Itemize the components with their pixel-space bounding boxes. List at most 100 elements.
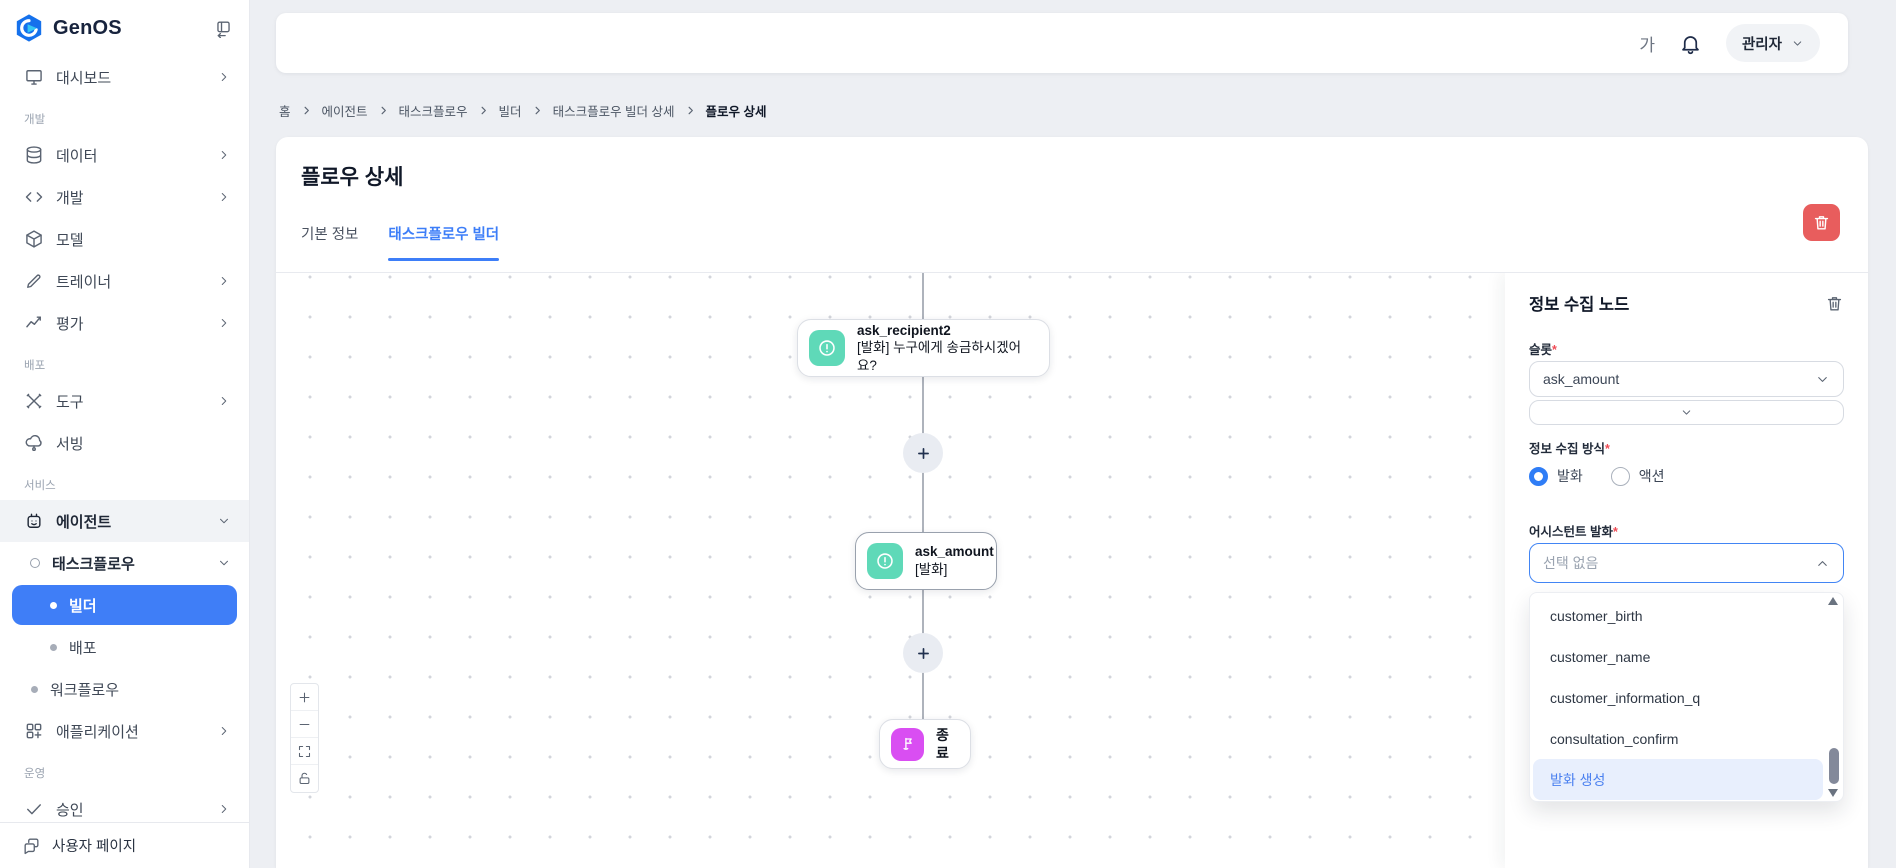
sidebar-item-label: 평가 bbox=[56, 315, 84, 333]
option-customer-birth[interactable]: customer_birth bbox=[1533, 595, 1823, 636]
option-consultation-confirm[interactable]: consultation_confirm bbox=[1533, 718, 1823, 759]
option-generate-utterance[interactable]: 발화 생성 bbox=[1533, 759, 1823, 800]
sidebar-item-label: 데이터 bbox=[56, 147, 98, 165]
method-field-label: 정보 수집 방식* bbox=[1529, 442, 1610, 456]
chevron-right-icon bbox=[217, 316, 231, 330]
flow-canvas[interactable]: ask_recipient2 [발화] 누구에게 송금하시겠어요? ask_am… bbox=[276, 273, 1868, 868]
pencil-icon bbox=[24, 271, 44, 291]
tab-basic-info[interactable]: 기본 정보 bbox=[301, 223, 358, 261]
canvas-controls bbox=[290, 683, 319, 793]
chevron-right-icon bbox=[481, 106, 486, 115]
assistant-select[interactable]: 선택 없음 bbox=[1529, 543, 1844, 583]
sidebar-item-dashboard[interactable]: 대시보드 bbox=[0, 56, 249, 98]
end-flag-icon bbox=[891, 727, 924, 761]
breadcrumb-home[interactable]: 홈 bbox=[279, 101, 291, 120]
sidebar-item-deploy[interactable]: 배포 bbox=[12, 627, 237, 667]
scroll-up-arrow-icon[interactable] bbox=[1828, 597, 1838, 605]
agent-robot-icon bbox=[24, 511, 44, 531]
sidebar-item-model[interactable]: 모델 bbox=[0, 218, 249, 260]
bullet-dot-icon bbox=[31, 685, 38, 693]
node-ask-amount[interactable]: ask_amount [발화] bbox=[855, 532, 997, 590]
tools-icon bbox=[24, 391, 44, 411]
fit-view-button[interactable] bbox=[291, 738, 318, 765]
bullet-dot-icon bbox=[50, 643, 57, 651]
sidebar-item-workflow[interactable]: 워크플로우 bbox=[0, 668, 249, 710]
sidebar-item-builder[interactable]: 빌더 bbox=[12, 585, 237, 625]
chevron-up-icon bbox=[1815, 556, 1830, 571]
plus-icon bbox=[917, 647, 929, 659]
sidebar-item-evaluate[interactable]: 평가 bbox=[0, 302, 249, 344]
delete-flow-button[interactable] bbox=[1803, 204, 1840, 241]
radio-utterance[interactable]: 발화 bbox=[1529, 466, 1583, 486]
add-node-button[interactable] bbox=[903, 633, 943, 673]
slot-expand-toggle[interactable] bbox=[1529, 400, 1844, 425]
radio-checked-icon bbox=[1529, 466, 1548, 486]
scroll-down-arrow-icon[interactable] bbox=[1828, 789, 1838, 797]
option-customer-information-q[interactable]: customer_information_q bbox=[1533, 677, 1823, 718]
zoom-in-button[interactable] bbox=[291, 684, 318, 711]
radio-unchecked-icon bbox=[1610, 466, 1630, 486]
slot-select[interactable]: ask_amount bbox=[1529, 361, 1844, 397]
chevron-right-icon bbox=[217, 724, 231, 738]
sidebar-item-label: 워크플로우 bbox=[50, 681, 120, 699]
sidebar-item-tools[interactable]: 도구 bbox=[0, 380, 249, 422]
sidebar-item-label: 배포 bbox=[69, 639, 97, 657]
sidebar-collapse-icon[interactable] bbox=[214, 19, 233, 38]
sidebar-item-label: 모델 bbox=[56, 231, 84, 249]
breadcrumb-agent[interactable]: 에이전트 bbox=[322, 101, 368, 120]
slot-field-label: 슬롯* bbox=[1529, 343, 1557, 357]
node-subtitle: [발화] 누구에게 송금하시겠어요? bbox=[857, 340, 1022, 373]
sidebar-item-data[interactable]: 데이터 bbox=[0, 134, 249, 176]
breadcrumb-current: 플로우 상세 bbox=[705, 105, 767, 119]
breadcrumb-builder-detail[interactable]: 태스크플로우 빌더 상세 bbox=[553, 101, 675, 120]
sidebar-item-application[interactable]: 애플리케이션 bbox=[0, 710, 249, 752]
sidebar-item-taskflow[interactable]: 태스크플로우 bbox=[0, 542, 249, 584]
scrollbar-thumb[interactable] bbox=[1829, 748, 1839, 784]
notification-bell-icon[interactable] bbox=[1679, 32, 1702, 55]
sidebar-item-trainer[interactable]: 트레이너 bbox=[0, 260, 249, 302]
user-page-icon bbox=[22, 836, 41, 855]
sidebar-item-agent[interactable]: 에이전트 bbox=[0, 500, 249, 542]
sidebar-item-label: 태스크플로우 bbox=[52, 555, 135, 573]
assistant-options-list: customer_birth customer_name customer_in… bbox=[1529, 592, 1844, 802]
node-title: ask_amount bbox=[915, 544, 994, 560]
sidebar-item-user-page[interactable]: 사용자 페이지 bbox=[0, 822, 249, 868]
breadcrumb-taskflow[interactable]: 태스크플로우 bbox=[399, 101, 468, 120]
sidebar-item-label: 빌더 bbox=[69, 597, 97, 615]
grid-plus-icon bbox=[24, 721, 44, 741]
sidebar-section-service: 서비스 bbox=[24, 480, 56, 492]
option-customer-name[interactable]: customer_name bbox=[1533, 636, 1823, 677]
radio-action[interactable]: 액션 bbox=[1610, 466, 1665, 486]
sidebar-item-label: 애플리케이션 bbox=[56, 723, 139, 741]
genos-logo-icon bbox=[14, 13, 44, 43]
breadcrumb: 홈 에이전트 태스크플로우 빌더 태스크플로우 빌더 상세 플로우 상세 bbox=[279, 101, 767, 120]
font-size-toggle[interactable]: 가 bbox=[1639, 31, 1655, 56]
chevron-right-icon bbox=[217, 148, 231, 162]
profile-menu[interactable]: 관리자 bbox=[1725, 24, 1820, 62]
lock-button[interactable] bbox=[291, 765, 318, 792]
zoom-out-button[interactable] bbox=[291, 711, 318, 738]
tab-taskflow-builder[interactable]: 태스크플로우 빌더 bbox=[388, 223, 499, 261]
assistant-select-value: 선택 없음 bbox=[1543, 555, 1599, 571]
sidebar-item-develop[interactable]: 개발 bbox=[0, 176, 249, 218]
sidebar-section-ops: 운영 bbox=[24, 768, 46, 780]
node-title: 종료 bbox=[936, 726, 949, 761]
sidebar-item-label: 트레이너 bbox=[56, 273, 112, 291]
options-scrollbar[interactable] bbox=[1827, 596, 1840, 798]
tab-bar: 기본 정보 태스크플로우 빌더 bbox=[301, 223, 499, 261]
sidebar-item-label: 도구 bbox=[56, 393, 84, 411]
sidebar-item-label: 승인 bbox=[56, 801, 84, 819]
sidebar-item-label: 대시보드 bbox=[56, 69, 112, 87]
sidebar-item-serving[interactable]: 서빙 bbox=[0, 422, 249, 464]
chevron-down-icon bbox=[217, 556, 231, 570]
delete-node-button[interactable] bbox=[1825, 294, 1844, 313]
page-title: 플로우 상세 bbox=[301, 166, 404, 189]
utterance-node-icon bbox=[809, 330, 845, 366]
app-title: GenOS bbox=[53, 16, 122, 39]
node-ask-recipient2[interactable]: ask_recipient2 [발화] 누구에게 송금하시겠어요? bbox=[797, 319, 1050, 377]
dashboard-icon bbox=[24, 67, 44, 87]
sidebar-item-label: 서빙 bbox=[56, 435, 84, 453]
breadcrumb-builder[interactable]: 빌더 bbox=[499, 101, 522, 120]
add-node-button[interactable] bbox=[903, 433, 943, 473]
node-end[interactable]: 종료 bbox=[879, 719, 971, 769]
